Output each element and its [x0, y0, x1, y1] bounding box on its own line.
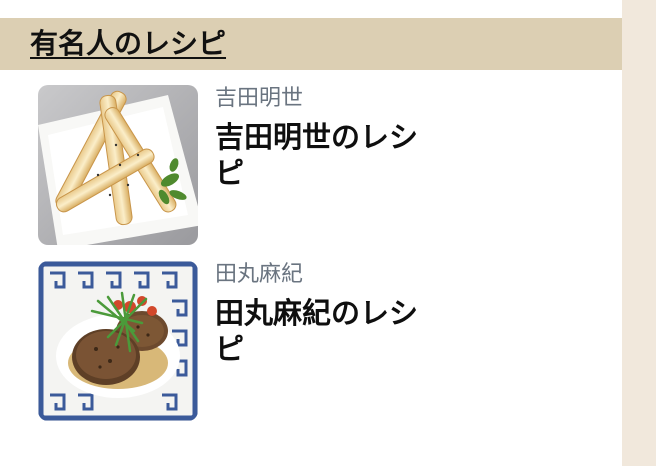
recipe-card[interactable]: 吉田明世 吉田明世のレシピ	[38, 85, 458, 249]
recipe-author: 田丸麻紀	[215, 262, 304, 287]
recipe-thumbnail-hamburg[interactable]	[38, 261, 198, 421]
recipe-title[interactable]: 吉田明世のレシピ	[215, 119, 443, 191]
recipe-card[interactable]: 田丸麻紀 田丸麻紀のレシピ	[38, 261, 458, 425]
spring-roll-photo-icon	[38, 85, 198, 245]
right-side-rail	[622, 0, 656, 466]
recipe-author: 吉田明世	[215, 86, 304, 111]
recipe-title[interactable]: 田丸麻紀のレシピ	[215, 295, 443, 367]
celebrity-recipes-page: 有名人のレシピ 吉田明世 吉田明世のレシピ 田丸麻紀 田丸麻紀のレシピ	[0, 0, 656, 466]
section-title-link[interactable]: 有名人のレシピ	[30, 27, 226, 61]
hamburg-steak-photo-icon	[38, 261, 198, 421]
recipe-thumbnail-spring-rolls[interactable]	[38, 85, 198, 245]
section-header: 有名人のレシピ	[0, 18, 622, 70]
